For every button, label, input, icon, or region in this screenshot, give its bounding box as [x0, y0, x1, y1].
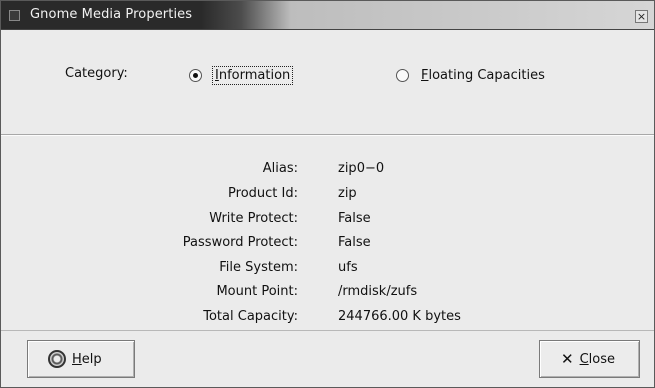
info-row-alias: Alias: zip0−0: [1, 161, 654, 181]
info-row-total-capacity: Total Capacity: 244766.00 K bytes: [1, 309, 654, 329]
info-row-product-id: Product Id: zip: [1, 186, 654, 206]
category-panel: Category: Information Floating Capacitie…: [1, 31, 654, 134]
help-lifebuoy-icon: [48, 350, 66, 368]
radio-floating-capacities-label[interactable]: Floating Capacities: [419, 67, 547, 84]
info-row-write-protect: Write Protect: False: [1, 211, 654, 231]
help-button[interactable]: Help: [27, 340, 135, 378]
info-label: Password Protect:: [182, 235, 298, 250]
media-properties-dialog: Gnome Media Properties × Category: Infor…: [0, 0, 655, 388]
title-bar[interactable]: Gnome Media Properties ×: [1, 1, 654, 30]
info-value: zip: [338, 186, 357, 201]
x-icon: ✕: [561, 350, 574, 368]
label-rest: loating Capacities: [428, 67, 545, 83]
info-value: False: [338, 211, 371, 226]
help-button-label: Help: [72, 352, 102, 367]
info-row-password-protect: Password Protect: False: [1, 235, 654, 255]
category-label: Category:: [65, 66, 128, 81]
info-label: Alias:: [262, 161, 298, 176]
info-value: 244766.00 K bytes: [338, 309, 461, 324]
radio-floating-capacities[interactable]: Floating Capacities: [396, 64, 547, 86]
close-button[interactable]: ✕ Close: [539, 340, 640, 378]
info-label: Total Capacity:: [203, 309, 298, 324]
label-rest: lose: [588, 351, 615, 367]
info-value: zip0−0: [338, 161, 385, 176]
radio-information[interactable]: Information: [189, 64, 294, 86]
radio-button-unchecked-icon[interactable]: [396, 68, 409, 82]
close-button-label: Close: [580, 352, 615, 367]
window-title: Gnome Media Properties: [30, 7, 193, 22]
button-bar: Help ✕ Close: [1, 330, 654, 387]
radio-button-checked-icon[interactable]: [189, 68, 202, 82]
window-close-button[interactable]: ×: [635, 10, 648, 23]
info-row-file-system: File System: ufs: [1, 260, 654, 280]
mnemonic: H: [72, 351, 82, 367]
info-value: ufs: [338, 260, 358, 275]
label-rest: nformation: [218, 67, 291, 83]
info-label: Write Protect:: [209, 211, 298, 226]
label-rest: elp: [81, 351, 102, 367]
info-label: File System:: [219, 260, 298, 275]
info-value: /rmdisk/zufs: [338, 284, 418, 299]
information-panel: Alias: zip0−0 Product Id: zip Write Prot…: [1, 136, 654, 329]
info-label: Mount Point:: [216, 284, 298, 299]
info-label: Product Id:: [228, 186, 298, 201]
info-row-mount-point: Mount Point: /rmdisk/zufs: [1, 284, 654, 304]
mnemonic: C: [579, 351, 589, 367]
window-menu-icon[interactable]: [9, 10, 20, 21]
info-value: False: [338, 235, 371, 250]
radio-information-label[interactable]: Information: [212, 65, 294, 85]
